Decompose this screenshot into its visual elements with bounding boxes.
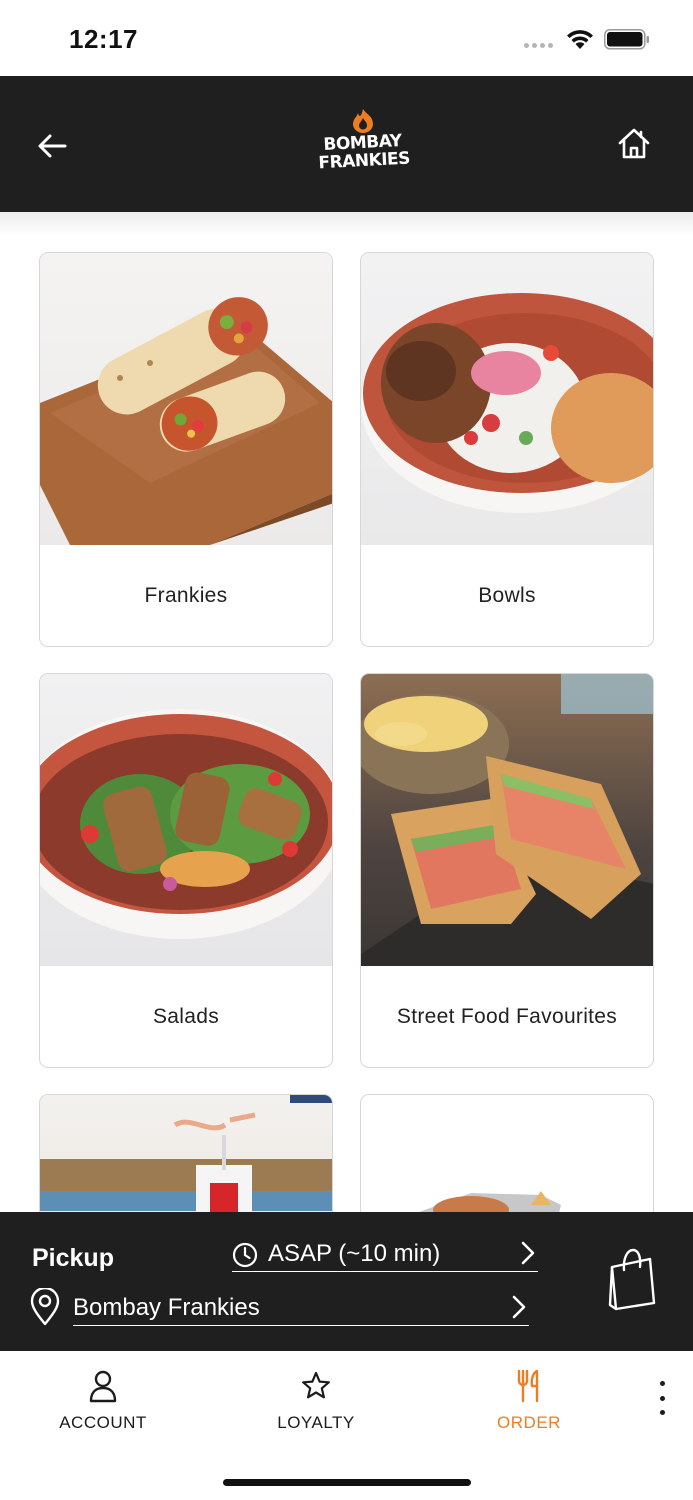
nav-label: ACCOUNT (59, 1413, 147, 1432)
header-shadow (0, 212, 693, 236)
category-image-bowls (361, 253, 653, 545)
app-header: BOMBAY FRANKIES (0, 76, 693, 212)
more-dot (659, 1395, 665, 1401)
home-indicator (223, 1479, 471, 1486)
battery-icon (604, 29, 649, 50)
chevron-right-icon (521, 1241, 535, 1265)
nav-loyalty[interactable]: LOYALTY (246, 1369, 386, 1433)
back-button[interactable] (34, 128, 70, 164)
pickup-time-selector[interactable]: ASAP (~10 min) (232, 1236, 538, 1272)
clock-icon (232, 1242, 258, 1268)
category-label: Salads (152, 1004, 219, 1028)
pickup-location: Bombay Frankies (73, 1293, 260, 1321)
chevron-right-icon (512, 1295, 526, 1319)
category-label: Bowls (478, 583, 536, 607)
more-dot (659, 1381, 665, 1386)
category-image-6 (361, 1095, 653, 1212)
signal-icon (524, 43, 553, 48)
category-card-salads[interactable]: Salads (39, 673, 333, 1068)
star-icon (302, 1371, 330, 1399)
pickup-time: ASAP (~10 min) (268, 1239, 441, 1267)
status-bar: 12:17 (0, 0, 693, 76)
category-label: Street Food Favourites (396, 1004, 618, 1028)
flame-icon (353, 109, 373, 133)
bottom-nav: ACCOUNT LOYALTY ORDER (0, 1351, 693, 1500)
home-button[interactable] (614, 124, 654, 162)
category-card-6[interactable] (360, 1094, 654, 1212)
fork-knife-icon (517, 1369, 539, 1403)
category-card-5[interactable] (39, 1094, 333, 1212)
location-pin-icon (30, 1288, 60, 1326)
category-image-salads (40, 674, 332, 966)
arrow-left-icon (38, 134, 67, 158)
logo-line2: FRANKIES (318, 148, 411, 174)
pickup-label: Pickup (32, 1244, 114, 1272)
status-time: 12:17 (69, 24, 138, 54)
category-card-street-food[interactable]: Street Food Favourites (360, 673, 654, 1068)
shopping-bag-icon[interactable] (606, 1245, 658, 1313)
nav-label: LOYALTY (277, 1413, 355, 1432)
category-label: Frankies (144, 583, 228, 607)
person-icon (89, 1370, 117, 1403)
nav-label: ORDER (497, 1413, 561, 1432)
home-icon (618, 128, 650, 159)
nav-order[interactable]: ORDER (459, 1369, 599, 1433)
brand-logo: BOMBAY FRANKIES (318, 108, 411, 178)
more-options-button[interactable] (652, 1381, 672, 1415)
category-card-bowls[interactable]: Bowls (360, 252, 654, 647)
pickup-bar: Pickup ASAP (~10 min) Bombay Frankies (0, 1212, 693, 1351)
wifi-icon (567, 30, 593, 49)
category-image-street-food (361, 674, 653, 966)
nav-account[interactable]: ACCOUNT (33, 1369, 173, 1433)
pickup-location-selector[interactable]: Bombay Frankies (73, 1290, 529, 1326)
more-dot (659, 1410, 665, 1415)
category-grid: Frankies Bowls Salads Street Food Favour… (39, 252, 654, 1212)
category-image-frankies (40, 253, 332, 545)
category-image-drinks (40, 1095, 332, 1212)
category-card-frankies[interactable]: Frankies (39, 252, 333, 647)
